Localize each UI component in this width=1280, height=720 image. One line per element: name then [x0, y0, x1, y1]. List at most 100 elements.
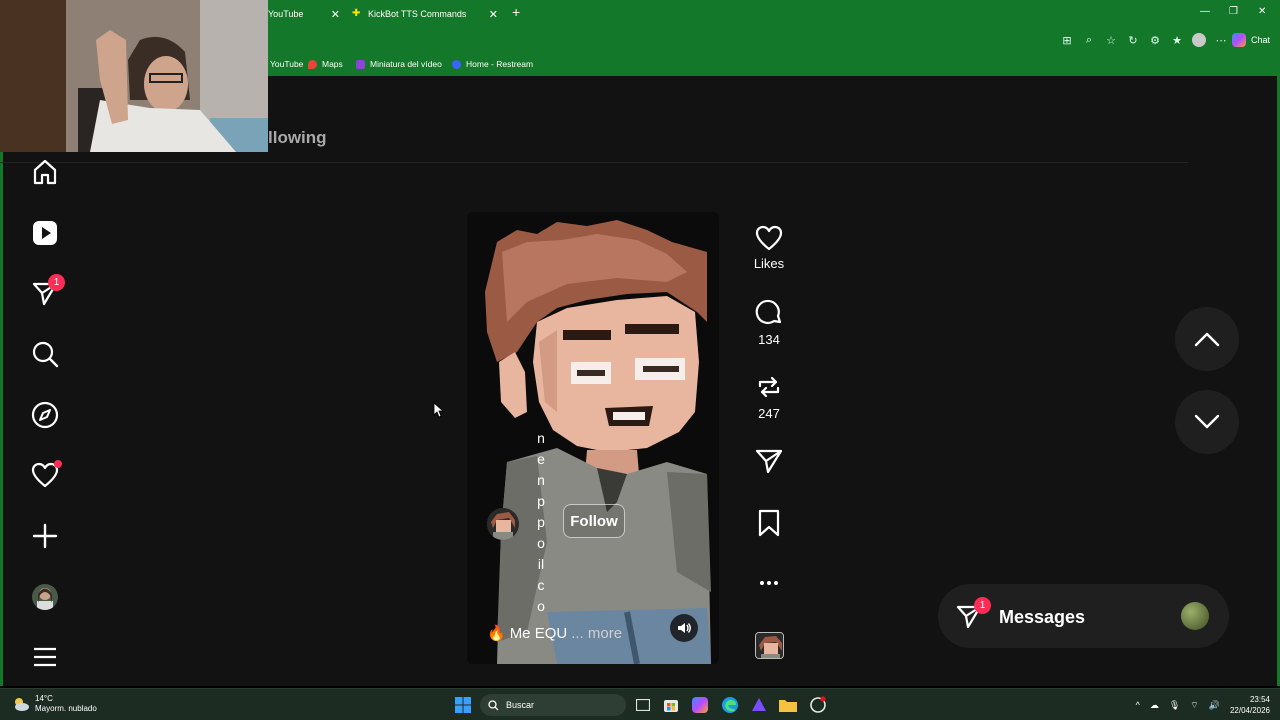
folder-icon [779, 700, 797, 712]
clock-date: 22/04/2026 [1229, 706, 1270, 715]
explore-icon[interactable] [24, 394, 66, 436]
file-explorer-app[interactable] [778, 695, 798, 715]
overlay-char: o [537, 535, 545, 551]
vertical-overlay-text: n e n p p o il c o [535, 428, 547, 617]
system-tray: ^ ☁ 🎙 ⌔ 🔊 23:54 22/04/2026 [1136, 689, 1280, 720]
edge-icon [722, 697, 738, 713]
tab-youtube-label: YouTube [268, 9, 304, 19]
reel-author-avatar[interactable] [487, 508, 519, 540]
chevron-down-icon [1194, 414, 1220, 429]
cloud-icon [15, 698, 29, 711]
group-chat-avatar [1181, 602, 1209, 630]
overlay-char: o [537, 598, 545, 614]
refresh-icon[interactable]: ↻ [1126, 33, 1140, 47]
more-dots-icon [760, 581, 778, 585]
clock-time: 23:54 [1249, 695, 1270, 704]
comment-button[interactable]: 134 [748, 298, 790, 347]
overlay-char: c [537, 577, 545, 593]
close-tab-icon[interactable]: ✕ [331, 8, 340, 21]
tab-youtube[interactable]: YouTube ✕ [268, 4, 346, 24]
extensions-icon[interactable]: ⚙ [1148, 33, 1162, 47]
obs-app[interactable] [808, 695, 828, 715]
close-tab-icon[interactable]: ✕ [489, 8, 498, 21]
store-app[interactable] [661, 695, 681, 715]
search-icon [488, 699, 499, 710]
bookmark-maps[interactable]: Maps [308, 59, 343, 69]
taskbar-search[interactable]: Buscar [480, 694, 626, 716]
volume-button[interactable] [670, 614, 698, 642]
browser-profile-avatar[interactable] [1192, 33, 1206, 47]
search-icon[interactable] [24, 333, 66, 375]
windows-taskbar: 14°C Mayorm. nublado Buscar ^ ☁ 🎙 ⌔ 🔊 23… [0, 688, 1280, 720]
repost-icon [758, 376, 780, 398]
caption-more-link[interactable]: ... more [571, 625, 622, 642]
restream-icon [452, 59, 461, 69]
more-options-button[interactable] [748, 570, 790, 596]
direct-badge: 1 [48, 274, 65, 291]
messages-button[interactable]: 1 Messages [938, 584, 1229, 648]
heart-icon [755, 225, 783, 251]
share-button[interactable] [748, 446, 790, 476]
comments-count: 134 [758, 332, 780, 347]
reel-video[interactable]: n e n p p o il c o Follow 🔥 Me EQU ... m… [467, 212, 719, 664]
header-divider [0, 162, 1188, 163]
maps-pin-icon [308, 59, 317, 69]
bookmark-youtube-label: YouTube [270, 59, 304, 69]
onedrive-icon[interactable]: ☁ [1150, 700, 1159, 711]
bookmark-youtube[interactable]: YouTube [270, 59, 303, 69]
follow-button[interactable]: Follow [563, 504, 625, 538]
copilot-app[interactable] [690, 695, 710, 715]
notification-dot [54, 460, 62, 468]
toolbar-icons: ⊞ ⌕ ☆ ↻ ⚙ ★ ⋯ [1060, 33, 1228, 47]
menu-icon[interactable] [24, 636, 66, 678]
previous-reel-button[interactable] [1175, 307, 1239, 371]
reels-icon[interactable] [24, 212, 66, 254]
reel-caption[interactable]: 🔥 Me EQU ... more [487, 624, 622, 643]
microphone-icon[interactable]: 🎙 [1169, 700, 1180, 711]
save-button[interactable] [748, 508, 790, 538]
task-view-button[interactable] [633, 695, 653, 715]
bookmark-miniatura[interactable]: Miniatura del vídeo [356, 59, 442, 69]
edge-app[interactable] [720, 695, 740, 715]
webcam-person-image [0, 0, 268, 152]
tab-kickbot[interactable]: ✚ KickBot TTS Commands ✕ [348, 4, 504, 24]
favorite-star-icon[interactable]: ☆ [1104, 33, 1118, 47]
repost-button[interactable]: 247 [748, 372, 790, 421]
profile-avatar[interactable] [24, 576, 66, 618]
following-heading[interactable]: llowing [268, 128, 327, 148]
bookmark-restream[interactable]: Home - Restream [452, 59, 533, 69]
direct-icon[interactable]: 1 [24, 272, 66, 314]
mouse-cursor-icon [433, 402, 443, 418]
copilot-chat-button[interactable]: Chat [1231, 33, 1270, 47]
favorites-icon[interactable]: ★ [1170, 33, 1184, 47]
create-icon[interactable] [24, 515, 66, 557]
more-options-icon[interactable]: ⋯ [1214, 33, 1228, 47]
twitch-icon [356, 59, 365, 69]
overlay-char: p [537, 514, 545, 530]
apps-icon[interactable]: ⊞ [1060, 33, 1074, 47]
new-tab-button[interactable]: + [512, 4, 520, 20]
start-button[interactable] [453, 695, 473, 715]
weather-widget[interactable]: 14°C Mayorm. nublado [12, 694, 97, 714]
caption-text: Me EQU [509, 624, 568, 642]
next-reel-button[interactable] [1175, 390, 1239, 454]
pixel-art-character [485, 220, 711, 664]
wifi-icon[interactable]: ⌔ [1190, 700, 1198, 711]
heart-icon[interactable] [24, 454, 66, 496]
messages-badge: 1 [974, 597, 991, 614]
home-icon[interactable] [24, 151, 66, 193]
taskbar-clock[interactable]: 23:54 22/04/2026 [1230, 694, 1270, 716]
proton-app[interactable] [749, 695, 769, 715]
like-button[interactable]: Likes [748, 224, 790, 271]
messages-label: Messages [999, 607, 1086, 627]
obs-icon [810, 696, 826, 713]
chevron-up-icon[interactable]: ^ [1136, 700, 1140, 710]
comment-icon [755, 299, 782, 324]
restore-icon[interactable]: ❐ [1229, 6, 1238, 17]
share-icon [755, 449, 783, 474]
close-window-icon[interactable]: ✕ [1258, 6, 1266, 17]
zoom-icon[interactable]: ⌕ [1082, 33, 1096, 47]
volume-icon[interactable]: 🔊 [1209, 700, 1220, 711]
minimize-icon[interactable]: — [1200, 6, 1210, 17]
audio-thumbnail[interactable] [755, 632, 784, 659]
